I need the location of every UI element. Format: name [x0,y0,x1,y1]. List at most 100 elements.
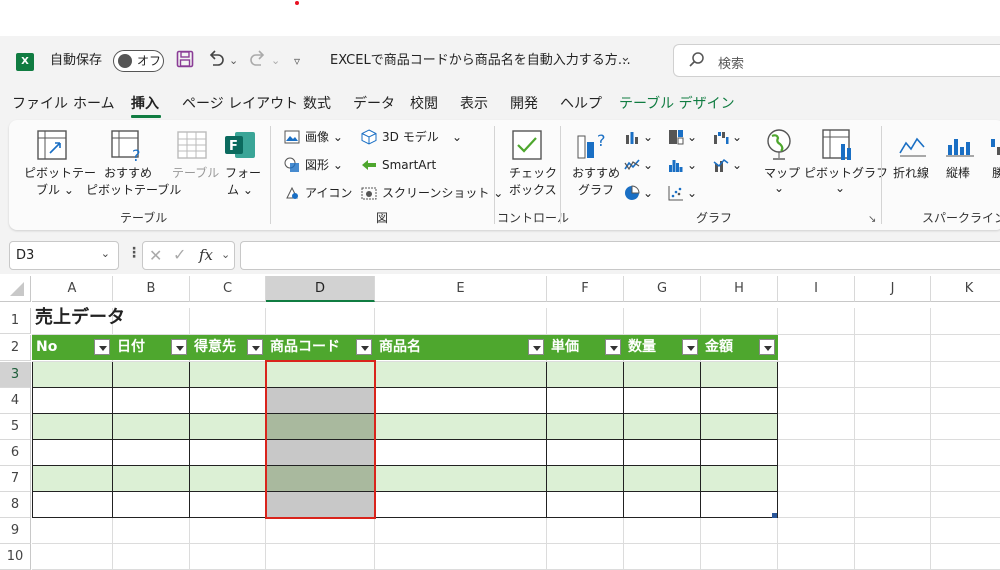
table-cell[interactable] [113,362,190,388]
grid-cell[interactable] [266,544,375,570]
table-cell[interactable] [190,362,266,388]
grid-cell[interactable] [375,544,547,570]
grid-cell[interactable] [931,388,1000,414]
grid-cell[interactable] [778,440,855,466]
tab-developer[interactable]: 開発 [510,94,538,114]
grid-cell[interactable] [778,362,855,388]
table-header-product-code[interactable]: 商品コード [266,335,375,360]
table-cell[interactable] [190,440,266,466]
filter-dropdown-icon[interactable] [759,339,775,355]
grid-cell[interactable] [32,544,113,570]
table-cell[interactable] [375,362,547,388]
tab-data[interactable]: データ [353,94,395,114]
table-cell[interactable] [624,362,701,388]
grid-cell[interactable] [113,544,190,570]
table-cell[interactable] [113,492,190,518]
table-cell[interactable] [32,388,113,414]
table-cell[interactable] [701,362,778,388]
cancel-icon[interactable]: ✕ [149,246,162,265]
table-cell[interactable] [32,466,113,492]
grid-cell[interactable] [931,362,1000,388]
column-header-h[interactable]: H [701,276,778,302]
grid-cell[interactable] [701,308,778,335]
formula-input[interactable] [240,241,1000,270]
grid-cell[interactable] [266,308,375,335]
table-header-unit-price[interactable]: 単価 [547,335,624,360]
table-cell[interactable] [190,414,266,440]
filter-dropdown-icon[interactable] [356,339,372,355]
table-cell[interactable] [32,440,113,466]
column-header-g[interactable]: G [624,276,701,302]
grid-cell[interactable] [855,388,931,414]
select-all-corner[interactable] [0,276,31,302]
name-box[interactable]: D3 ⌄ [9,241,119,270]
undo-icon[interactable] [206,50,226,74]
redo-dropdown-icon[interactable]: ⌄ [271,50,280,72]
filter-dropdown-icon[interactable] [528,339,544,355]
row-header-2[interactable]: 2 [0,335,31,361]
table-cell[interactable] [190,388,266,414]
grid-cell[interactable] [855,466,931,492]
save-icon[interactable] [176,50,194,74]
table-cell[interactable] [701,414,778,440]
grid-cell[interactable] [624,308,701,335]
grid-cell[interactable] [931,414,1000,440]
table-cell[interactable] [701,388,778,414]
table-header-product-name[interactable]: 商品名 [375,335,547,360]
table-cell[interactable] [375,388,547,414]
filter-dropdown-icon[interactable] [94,339,110,355]
column-header-j[interactable]: J [855,276,931,302]
table-cell[interactable] [547,492,624,518]
grid-cell[interactable] [931,466,1000,492]
grid-cell[interactable] [778,388,855,414]
row-header-4[interactable]: 4 [0,388,31,414]
tab-table-design[interactable]: テーブル デザイン [619,94,735,114]
table-cell[interactable] [701,466,778,492]
table-header-no[interactable]: No [32,335,113,360]
grid-cell[interactable] [855,492,931,518]
search-input[interactable]: 検索 [673,44,1000,77]
table-cell[interactable] [32,492,113,518]
tab-file[interactable]: ファイル [12,94,68,114]
column-header-d[interactable]: D [266,276,375,302]
grid-cell[interactable] [778,308,855,335]
grid-cell[interactable] [190,544,266,570]
grid-cell[interactable] [701,518,778,544]
grid-cell[interactable] [32,518,113,544]
grid-cell[interactable] [855,362,931,388]
table-cell[interactable] [190,466,266,492]
tab-review[interactable]: 校閲 [410,94,438,114]
grid-cell[interactable] [931,308,1000,335]
grid-cell[interactable] [190,518,266,544]
grid-cell[interactable] [855,544,931,570]
table-cell[interactable] [375,440,547,466]
tab-view[interactable]: 表示 [460,94,488,114]
grid-cell[interactable] [855,518,931,544]
autosave-toggle[interactable]: オフ [113,50,164,72]
undo-dropdown-icon[interactable]: ⌄ [229,50,238,72]
table-cell[interactable] [113,440,190,466]
table-cell[interactable] [113,466,190,492]
table-resize-handle[interactable] [772,513,777,518]
row-header-10[interactable]: 10 [0,544,31,570]
grid-cell[interactable] [931,492,1000,518]
grid-cell[interactable] [931,518,1000,544]
table-cell[interactable] [624,414,701,440]
table-cell[interactable] [113,388,190,414]
grid-cell[interactable] [375,308,547,335]
row-header-3[interactable]: 3 [0,362,31,388]
filter-dropdown-icon[interactable] [171,339,187,355]
document-title[interactable]: EXCELで商品コードから商品名を自動入力する方… [330,52,631,70]
formula-bar-more-icon[interactable]: ⋮ [127,245,141,261]
table-header-amount[interactable]: 金額 [701,335,778,360]
title-chevron-down-icon[interactable]: ⌄ [620,50,631,65]
grid-cell[interactable] [778,492,855,518]
table-cell[interactable] [375,466,547,492]
row-header-6[interactable]: 6 [0,440,31,466]
table-cell[interactable] [32,362,113,388]
table-cell[interactable] [32,414,113,440]
table-cell[interactable] [624,388,701,414]
table-header-date[interactable]: 日付 [113,335,190,360]
column-header-c[interactable]: C [190,276,266,302]
row-header-8[interactable]: 8 [0,492,31,518]
